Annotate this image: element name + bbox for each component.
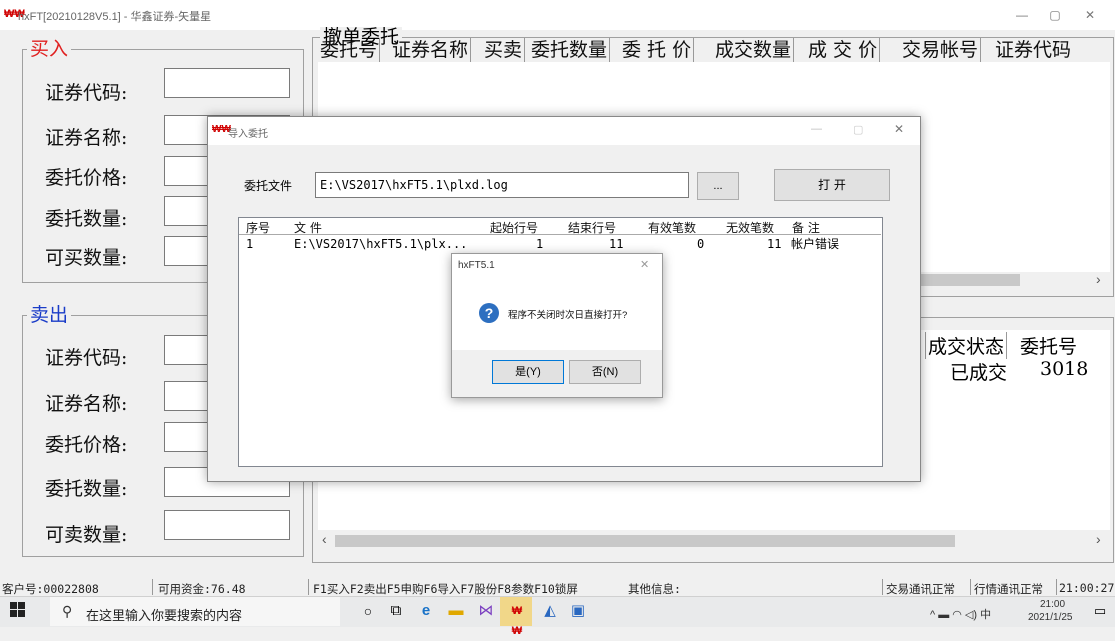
list-col-end[interactable]: 结束行号 [568,221,616,235]
system-tray[interactable]: ^ ▬ ◠ ◁) 中 [930,606,991,622]
status-separator [882,579,883,595]
orders-row-status: 已成交 [950,362,1008,384]
list-cell-file: E:\VS2017\hxFT5.1\plx... [294,237,468,251]
buy-qty-label: 委托数量: [45,208,128,230]
cancel-col-filled-price[interactable]: 成 交 价 [806,38,881,62]
dialog-close-button[interactable]: ✕ [894,122,904,136]
cancel-col-side[interactable]: 买卖 [482,38,526,62]
sell-price-label: 委托价格: [45,434,128,456]
search-icon: ⚲ [62,603,73,619]
status-shortcuts: F1买入F2卖出F5申购F6导入F7股份F8参数F10锁屏 [313,582,578,596]
cancel-scroll-thumb[interactable] [920,274,1020,286]
orders-col-order-id[interactable]: 委托号 [1020,332,1077,359]
list-col-no[interactable]: 序号 [246,221,270,235]
list-col-start[interactable]: 起始行号 [490,221,538,235]
cancel-col-security-name[interactable]: 证券名称 [390,38,472,62]
visual-studio-icon[interactable]: ⋈ [476,601,496,621]
list-cell-start: 1 [536,237,544,251]
notification-icon[interactable]: ▭ [1090,601,1110,621]
window-title-bar: ₩₩ hxFT[20210128V5.1] - 华鑫证券-矢量星 — ▢ ✕ [0,0,1115,30]
cancel-col-filled-qty[interactable]: 成交数量 [713,38,795,62]
windows-start-icon[interactable] [10,602,28,620]
task-view-icon[interactable]: ⧉ [386,601,406,621]
orders-scroll-left-icon[interactable]: ‹ [322,531,327,547]
msgbox-text: 程序不关闭时次日直接打开? [508,310,628,321]
status-separator [970,579,971,595]
sell-available-field [164,510,290,540]
app-icon[interactable]: ◭ [540,601,560,621]
taskbar-time[interactable]: 21:00 [1040,599,1065,610]
orders-col-status[interactable]: 成交状态 [925,332,1008,359]
status-separator [1056,579,1057,595]
maximize-button[interactable]: ▢ [1040,4,1070,26]
status-other-info: 其他信息: [628,582,681,596]
msgbox-title: hxFT5.1 [458,260,495,271]
window-title: hxFT[20210128V5.1] - 华鑫证券-矢量星 [18,11,212,23]
status-separator [308,579,309,595]
question-icon: ? [479,303,499,323]
list-cell-end: 11 [609,237,624,251]
list-col-valid[interactable]: 有效笔数 [648,221,696,235]
sell-qty-label: 委托数量: [45,478,128,500]
cortana-icon[interactable]: ○ [358,601,378,621]
orders-row-order-id: 3018 [1040,358,1089,380]
sell-name-label: 证券名称: [45,393,128,415]
list-cell-valid: 0 [697,237,705,251]
list-header-row [239,218,881,235]
cancel-col-account[interactable]: 交易帐号 [900,38,982,62]
list-col-note[interactable]: 备 注 [792,221,820,235]
file-label: 委托文件 [244,179,293,193]
open-button[interactable]: 打 开 [774,169,890,201]
edge-browser-icon[interactable]: e [416,601,436,621]
sell-available-label: 可卖数量: [45,524,128,546]
taskbar-search-placeholder[interactable]: 在这里输入你要搜索的内容 [86,605,242,624]
no-button[interactable]: 否(N) [569,360,641,384]
list-col-invalid[interactable]: 无效笔数 [726,221,774,235]
confirm-message-box: hxFT5.1 ✕ ? 程序不关闭时次日直接打开? 是(Y) 否(N) [451,253,663,398]
sell-group-title: 卖出 [27,305,72,325]
buy-code-label: 证券代码: [45,82,128,104]
sell-code-label: 证券代码: [45,347,128,369]
buy-price-label: 委托价格: [45,167,128,189]
dialog-title: 导入委托 [228,129,268,140]
file-path-value: E:\VS2017\hxFT5.1\plxd.log [320,178,508,192]
browse-button[interactable]: ... [697,172,739,200]
status-account: 客户号:00022808 [2,582,99,596]
list-col-file[interactable]: 文 件 [294,221,322,235]
buy-code-input[interactable] [164,68,290,98]
buy-available-label: 可买数量: [45,247,128,269]
buy-group-title: 买入 [27,39,72,59]
orders-scroll-right-icon[interactable]: › [1096,531,1101,547]
hxft-app-icon: ₩₩ [511,605,523,637]
dialog-minimize-button: — [811,123,822,135]
status-trade-connection: 交易通讯正常 [886,582,955,596]
taskbar-date[interactable]: 2021/1/25 [1028,612,1073,623]
orders-scroll-thumb[interactable] [335,535,955,547]
list-cell-invalid: 11 [767,237,782,251]
cancel-col-qty[interactable]: 委托数量 [529,38,611,62]
close-button[interactable]: ✕ [1075,4,1105,26]
msgbox-close-button[interactable]: ✕ [640,258,649,271]
list-cell-note: 帐户错误 [791,237,840,251]
status-funds: 可用资金:76.48 [158,582,246,596]
cancel-col-code[interactable]: 证券代码 [993,38,1073,62]
file-explorer-icon[interactable]: ▬ [446,601,466,621]
status-separator [152,579,153,595]
status-time: 21:00:27 [1059,581,1115,595]
cancel-col-order-id[interactable]: 委托号 [318,38,381,62]
list-cell-no: 1 [246,237,254,251]
cancel-col-price[interactable]: 委 托 价 [620,38,695,62]
yes-button[interactable]: 是(Y) [492,360,564,384]
buy-name-label: 证券名称: [45,127,128,149]
status-quote-connection: 行情通讯正常 [974,582,1043,596]
list-row[interactable]: 1 E:\VS2017\hxFT5.1\plx... 1 11 0 11 帐户错… [239,235,879,251]
dialog-maximize-button: ▢ [853,124,864,136]
app-icon[interactable]: ▣ [568,601,588,621]
file-path-input[interactable]: E:\VS2017\hxFT5.1\plxd.log [315,172,689,198]
cancel-scroll-right-icon[interactable]: › [1096,271,1101,287]
minimize-button[interactable]: — [1007,4,1037,26]
